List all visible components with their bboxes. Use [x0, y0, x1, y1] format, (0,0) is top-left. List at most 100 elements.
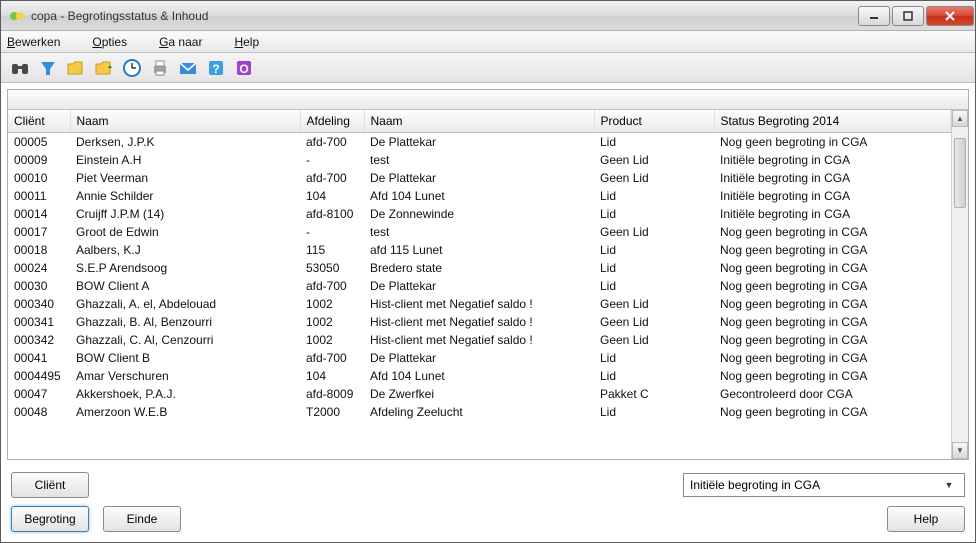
cell-afdeling: 53050	[300, 259, 364, 277]
table-row[interactable]: 00017Groot de Edwin-testGeen LidNog geen…	[8, 223, 951, 241]
menu-bewerken[interactable]: Bewerken	[7, 35, 76, 49]
cell-product: Geen Lid	[594, 151, 714, 169]
table-row[interactable]: 00047Akkershoek, P.A.J.afd-8009De Zwerfk…	[8, 385, 951, 403]
cell-naam2: afd 115 Lunet	[364, 241, 594, 259]
cell-naam2: Hist-client met Negatief saldo !	[364, 313, 594, 331]
scroll-down-arrow[interactable]: ▼	[952, 442, 968, 459]
purple-o-icon[interactable]: O	[231, 55, 257, 81]
cell-status: Nog geen begroting in CGA	[714, 349, 951, 367]
table-row[interactable]: 0004495Amar Verschuren104Afd 104 LunetLi…	[8, 367, 951, 385]
bottom-panel: Cliënt Initiële begroting in CGA ▼ Begro…	[1, 466, 975, 542]
table-row[interactable]: 00005Derksen, J.P.Kafd-700De PlattekarLi…	[8, 133, 951, 152]
cell-client: 00024	[8, 259, 70, 277]
status-dropdown[interactable]: Initiële begroting in CGA ▼	[683, 473, 965, 497]
cell-status: Nog geen begroting in CGA	[714, 295, 951, 313]
cell-product: Geen Lid	[594, 313, 714, 331]
cell-status: Initiële begroting in CGA	[714, 187, 951, 205]
cell-afdeling: T2000	[300, 403, 364, 421]
menubar: Bewerken Opties Ga naar Help	[1, 31, 975, 53]
begroting-button[interactable]: Begroting	[11, 506, 89, 532]
help-icon[interactable]: ?	[203, 55, 229, 81]
col-status[interactable]: Status Begroting 2014	[714, 110, 951, 133]
col-client[interactable]: Cliënt	[8, 110, 70, 133]
menu-help[interactable]: Help	[234, 35, 275, 49]
svg-text:O: O	[239, 62, 248, 76]
menu-opties[interactable]: Opties	[92, 35, 143, 49]
cell-status: Nog geen begroting in CGA	[714, 133, 951, 152]
cell-naam: Amerzoon W.E.B	[70, 403, 300, 421]
cell-afdeling: 1002	[300, 331, 364, 349]
cell-naam2: De Zonnewinde	[364, 205, 594, 223]
minimize-button[interactable]	[858, 6, 890, 26]
chevron-down-icon: ▼	[940, 476, 958, 494]
cell-naam: S.E.P Arendsoog	[70, 259, 300, 277]
folder-arrow-icon[interactable]	[91, 55, 117, 81]
table-row[interactable]: 00018Aalbers, K.J115afd 115 LunetLidNog …	[8, 241, 951, 259]
cell-client: 00014	[8, 205, 70, 223]
cell-status: Nog geen begroting in CGA	[714, 331, 951, 349]
col-naam[interactable]: Naam	[70, 110, 300, 133]
cell-naam2: Hist-client met Negatief saldo !	[364, 295, 594, 313]
einde-button[interactable]: Einde	[103, 506, 181, 532]
col-afdeling[interactable]: Afdeling	[300, 110, 364, 133]
cell-status: Initiële begroting in CGA	[714, 169, 951, 187]
scroll-up-arrow[interactable]: ▲	[952, 110, 968, 127]
table-row[interactable]: 00014Cruijff J.P.M (14)afd-8100De Zonnew…	[8, 205, 951, 223]
filter-row	[8, 90, 968, 110]
table-row[interactable]: 00009Einstein A.H-testGeen LidInitiële b…	[8, 151, 951, 169]
table-row[interactable]: 000340Ghazzali, A. el, Abdelouad1002Hist…	[8, 295, 951, 313]
cell-naam2: Afdeling Zeelucht	[364, 403, 594, 421]
close-button[interactable]	[926, 6, 974, 26]
cell-product: Geen Lid	[594, 295, 714, 313]
print-icon[interactable]	[147, 55, 173, 81]
cell-afdeling: 104	[300, 187, 364, 205]
cell-afdeling: 1002	[300, 313, 364, 331]
table-row[interactable]: 000342Ghazzali, C. Al, Cenzourri1002Hist…	[8, 331, 951, 349]
cell-naam: Aalbers, K.J	[70, 241, 300, 259]
cell-naam2: Hist-client met Negatief saldo !	[364, 331, 594, 349]
maximize-button[interactable]	[892, 6, 924, 26]
mail-icon[interactable]	[175, 55, 201, 81]
cell-status: Initiële begroting in CGA	[714, 205, 951, 223]
table-row[interactable]: 000341Ghazzali, B. Al, Benzourri1002Hist…	[8, 313, 951, 331]
clock-icon[interactable]	[119, 55, 145, 81]
cell-naam: Ghazzali, C. Al, Cenzourri	[70, 331, 300, 349]
table-row[interactable]: 00010Piet Veermanafd-700De PlattekarGeen…	[8, 169, 951, 187]
window-title: copa - Begrotingsstatus & Inhoud	[31, 9, 857, 23]
cell-naam2: Afd 104 Lunet	[364, 367, 594, 385]
filter-icon[interactable]	[35, 55, 61, 81]
binoculars-icon[interactable]	[7, 55, 33, 81]
cell-product: Geen Lid	[594, 223, 714, 241]
cell-afdeling: 1002	[300, 295, 364, 313]
content-area: Cliënt Naam Afdeling Naam Product Status…	[7, 89, 969, 460]
table-row[interactable]: 00048Amerzoon W.E.BT2000Afdeling Zeeluch…	[8, 403, 951, 421]
help-button[interactable]: Help	[887, 506, 965, 532]
cell-naam2: De Plattekar	[364, 169, 594, 187]
folder-open-icon[interactable]	[63, 55, 89, 81]
menu-ga-naar[interactable]: Ga naar	[159, 35, 218, 49]
scroll-thumb[interactable]	[954, 138, 966, 208]
cell-client: 000342	[8, 331, 70, 349]
table-row[interactable]: 00011Annie Schilder104Afd 104 LunetLidIn…	[8, 187, 951, 205]
dropdown-value: Initiële begroting in CGA	[690, 478, 820, 492]
window-controls	[857, 6, 975, 26]
cell-product: Lid	[594, 367, 714, 385]
table-row[interactable]: 00024S.E.P Arendsoog53050Bredero stateLi…	[8, 259, 951, 277]
cell-status: Initiële begroting in CGA	[714, 151, 951, 169]
titlebar: copa - Begrotingsstatus & Inhoud	[1, 1, 975, 31]
table-row[interactable]: 00030BOW Client Aafd-700De PlattekarLidN…	[8, 277, 951, 295]
table-row[interactable]: 00041BOW Client Bafd-700De PlattekarLidN…	[8, 349, 951, 367]
cell-naam: Cruijff J.P.M (14)	[70, 205, 300, 223]
col-product[interactable]: Product	[594, 110, 714, 133]
cell-status: Gecontroleerd door CGA	[714, 385, 951, 403]
cell-afdeling: -	[300, 223, 364, 241]
cell-client: 00030	[8, 277, 70, 295]
cell-naam2: De Plattekar	[364, 277, 594, 295]
vertical-scrollbar[interactable]: ▲ ▼	[951, 110, 968, 459]
cell-client: 00041	[8, 349, 70, 367]
col-naam2[interactable]: Naam	[364, 110, 594, 133]
cell-naam: BOW Client A	[70, 277, 300, 295]
client-button[interactable]: Cliënt	[11, 472, 89, 498]
cell-naam2: De Plattekar	[364, 133, 594, 152]
cell-afdeling: afd-700	[300, 349, 364, 367]
